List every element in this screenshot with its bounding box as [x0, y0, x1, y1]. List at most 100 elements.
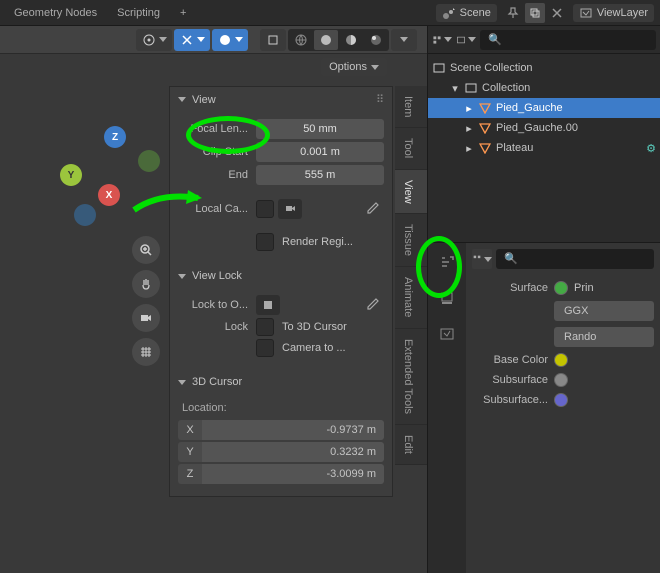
props-search-input[interactable] [496, 249, 654, 269]
pan-button[interactable] [132, 270, 160, 298]
surface-label: Surface [472, 282, 548, 294]
cursor-y-value[interactable]: 0.3232 m [202, 442, 384, 462]
tree-collection[interactable]: ▾ Collection [428, 78, 660, 98]
to-3d-cursor-label: To 3D Cursor [278, 321, 347, 333]
eyedropper-icon[interactable] [360, 295, 384, 315]
viewport-gizmo[interactable]: Z Y X [60, 126, 160, 226]
tab-tool[interactable]: Tool [395, 128, 427, 169]
expand-icon[interactable]: ▾ [450, 83, 460, 93]
tab-animate[interactable]: Animate [395, 267, 427, 328]
clip-end-value[interactable]: 555 m [256, 165, 384, 185]
rendered-shading[interactable] [364, 30, 388, 50]
cursor-x-label: X [178, 420, 202, 440]
outliner-search-input[interactable] [480, 30, 656, 50]
tab-scripting[interactable]: Scripting [107, 3, 170, 23]
mesh-icon [478, 141, 492, 155]
camera-to-view-checkbox[interactable] [256, 339, 274, 357]
cursor-panel-header[interactable]: 3D Cursor [170, 370, 392, 394]
geometry-nodes-icon[interactable]: ⚙ [646, 142, 656, 155]
cursor-panel-title: 3D Cursor [192, 376, 242, 388]
viewlayer-field[interactable]: ViewLayer [573, 4, 654, 22]
base-color-label: Base Color [472, 354, 548, 366]
surface-node-dot[interactable] [554, 281, 568, 295]
lock-to-object-label: Lock to O... [178, 299, 252, 311]
outliner-display-mode[interactable] [432, 30, 452, 50]
pin-icon[interactable] [503, 3, 523, 23]
props-tab-output[interactable] [436, 287, 458, 309]
tab-edit[interactable]: Edit [395, 425, 427, 465]
subsurface-model-value[interactable]: Rando [554, 327, 654, 347]
viewlayer-name: ViewLayer [597, 7, 648, 19]
expand-icon[interactable]: ▸ [464, 103, 474, 113]
outliner: Scene Collection ▾ Collection ▸ Pied_Gau… [428, 26, 660, 242]
base-color-swatch[interactable] [554, 353, 568, 367]
options-label: Options [329, 61, 367, 73]
clip-start-label: Clip Start [178, 146, 252, 158]
wireframe-shading[interactable] [289, 30, 313, 50]
focal-length-value[interactable]: 50 mm [256, 119, 384, 139]
add-workspace-icon[interactable]: + [170, 3, 196, 23]
tree-root[interactable]: Scene Collection [428, 58, 660, 78]
subsurface-color-swatch[interactable] [554, 393, 568, 407]
tree-item-pied-gauche-001[interactable]: ▸ Pied_Gauche.00 [428, 118, 660, 138]
cursor-y-label: Y [178, 442, 202, 462]
gizmo-x-axis[interactable]: X [98, 184, 120, 206]
clip-start-value[interactable]: 0.001 m [256, 142, 384, 162]
collection-label: Collection [482, 82, 530, 94]
drag-dots-icon[interactable]: ⠿ [376, 93, 384, 106]
tab-view[interactable]: View [395, 170, 427, 215]
surface-value[interactable]: Prin [574, 282, 594, 294]
lock-label: Lock [178, 321, 252, 333]
cursor-z-value[interactable]: -3.0099 m [202, 464, 384, 484]
gizmo-y-axis[interactable]: Y [60, 164, 82, 186]
clip-end-label: End [178, 169, 252, 181]
eyedropper-icon[interactable] [360, 199, 384, 219]
material-shading[interactable] [339, 30, 363, 50]
properties-panel: Surface Prin GGX Rando Base Color [428, 242, 660, 573]
camera-view-button[interactable] [132, 304, 160, 332]
props-tab-render[interactable] [436, 251, 458, 273]
snap-button[interactable] [174, 29, 210, 51]
view-lock-header[interactable]: View Lock [170, 264, 392, 288]
expand-icon[interactable]: ▸ [464, 123, 474, 133]
local-camera-checkbox[interactable] [256, 200, 274, 218]
perspective-toggle[interactable] [132, 338, 160, 366]
gizmo-toggle[interactable] [260, 29, 286, 51]
n-panel: View ⠿ Focal Len... 50 mm Clip Start 0.0… [169, 86, 393, 497]
view-panel-title: View [192, 94, 216, 106]
subsurface-color-label: Subsurface... [472, 394, 548, 406]
options-dropdown[interactable]: Options [321, 58, 387, 76]
shader-model-value[interactable]: GGX [554, 301, 654, 321]
proportional-edit[interactable] [212, 29, 248, 51]
shading-options[interactable] [391, 29, 417, 51]
lock-3d-cursor-checkbox[interactable] [256, 318, 274, 336]
chevron-down-icon [178, 380, 186, 385]
subsurface-dot[interactable] [554, 373, 568, 387]
scene-field[interactable]: Scene [436, 4, 497, 22]
tab-extended-tools[interactable]: Extended Tools [395, 329, 427, 425]
gizmo-z-axis[interactable]: Z [104, 126, 126, 148]
close-icon[interactable] [547, 3, 567, 23]
interaction-mode[interactable] [136, 29, 172, 51]
gizmo-neg-z[interactable] [74, 204, 96, 226]
tab-geometry-nodes[interactable]: Geometry Nodes [4, 3, 107, 23]
view-panel-header[interactable]: View ⠿ [170, 87, 392, 112]
gizmo-neg-y[interactable] [138, 150, 160, 172]
expand-icon[interactable]: ▸ [464, 143, 474, 153]
scene-icon [442, 6, 456, 20]
object-label: Pied_Gauche [496, 102, 563, 114]
tree-item-plateau[interactable]: ▸ Plateau ⚙ [428, 138, 660, 158]
lock-to-object-picker[interactable] [256, 295, 280, 315]
local-camera-picker[interactable] [278, 199, 302, 219]
zoom-button[interactable] [132, 236, 160, 264]
tab-item[interactable]: Item [395, 86, 427, 128]
solid-shading[interactable] [314, 30, 338, 50]
tree-item-pied-gauche[interactable]: ▸ Pied_Gauche [428, 98, 660, 118]
render-region-checkbox[interactable] [256, 233, 274, 251]
copy-icon[interactable] [525, 3, 545, 23]
tab-tissue[interactable]: Tissue [395, 214, 427, 267]
props-pin-icon[interactable] [472, 249, 492, 269]
outliner-filter-icon[interactable] [456, 30, 476, 50]
props-tab-viewlayer[interactable] [436, 323, 458, 345]
cursor-x-value[interactable]: -0.9737 m [202, 420, 384, 440]
